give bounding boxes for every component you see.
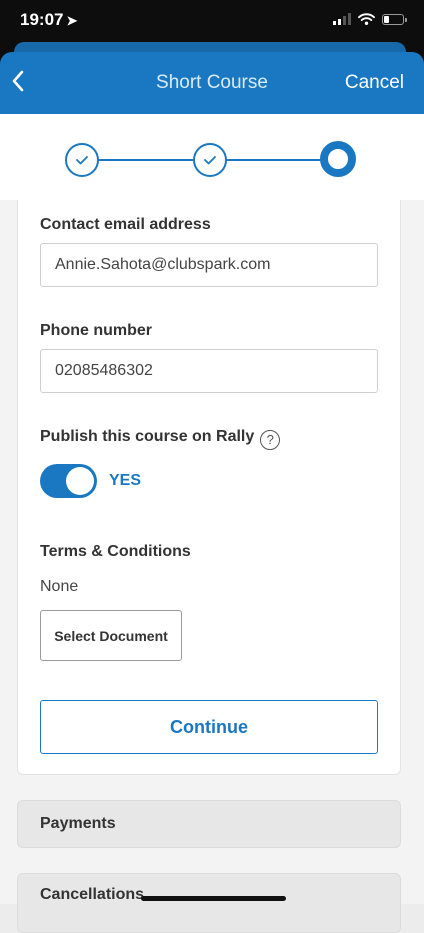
status-icons xyxy=(333,13,407,25)
step-1-completed[interactable] xyxy=(65,143,99,177)
status-time: 19:07 ➤ xyxy=(20,10,77,30)
help-icon[interactable]: ? xyxy=(260,429,281,450)
select-document-button[interactable]: Select Document xyxy=(40,610,182,661)
status-bar: 19:07 ➤ xyxy=(0,0,424,44)
publish-rally-label: Publish this course on Rally? xyxy=(40,428,281,450)
clock-text: 19:07 xyxy=(20,10,64,29)
phone-number-label: Phone number xyxy=(40,322,153,339)
cancellations-section-title: Cancellations xyxy=(40,886,145,903)
progress-stepper xyxy=(0,114,424,200)
check-icon xyxy=(204,156,216,165)
stepper-connector-1 xyxy=(99,159,193,161)
battery-icon xyxy=(382,13,407,25)
publish-rally-toggle[interactable] xyxy=(40,464,97,498)
cancellations-section[interactable]: Cancellations xyxy=(17,873,401,933)
location-arrow-icon: ➤ xyxy=(66,13,78,28)
phone-number-field[interactable]: 02085486302 xyxy=(40,349,378,393)
navigation-bar: Short Course Cancel xyxy=(0,52,424,114)
contact-email-label: Contact email address xyxy=(40,216,211,233)
terms-conditions-value: None xyxy=(40,578,79,595)
step-3-current xyxy=(320,141,356,177)
toggle-state-label: YES xyxy=(109,472,142,489)
signal-icon xyxy=(333,13,351,25)
publish-rally-text: Publish this course on Rally xyxy=(40,428,255,445)
toggle-knob xyxy=(66,467,94,495)
wifi-icon xyxy=(358,13,375,25)
stepper-connector-2 xyxy=(227,159,321,161)
course-details-card: Contact email address Annie.Sahota@clubs… xyxy=(17,200,401,775)
home-indicator[interactable] xyxy=(141,896,286,901)
terms-conditions-label: Terms & Conditions xyxy=(40,543,191,560)
continue-button[interactable]: Continue xyxy=(40,700,378,754)
scroll-content: Contact email address Annie.Sahota@clubs… xyxy=(0,200,424,933)
check-icon xyxy=(76,156,88,165)
contact-email-field[interactable]: Annie.Sahota@clubspark.com xyxy=(40,243,378,287)
cancel-button[interactable]: Cancel xyxy=(345,72,404,94)
payments-section[interactable]: Payments xyxy=(17,800,401,848)
payments-section-title: Payments xyxy=(40,815,116,832)
step-2-completed[interactable] xyxy=(193,143,227,177)
